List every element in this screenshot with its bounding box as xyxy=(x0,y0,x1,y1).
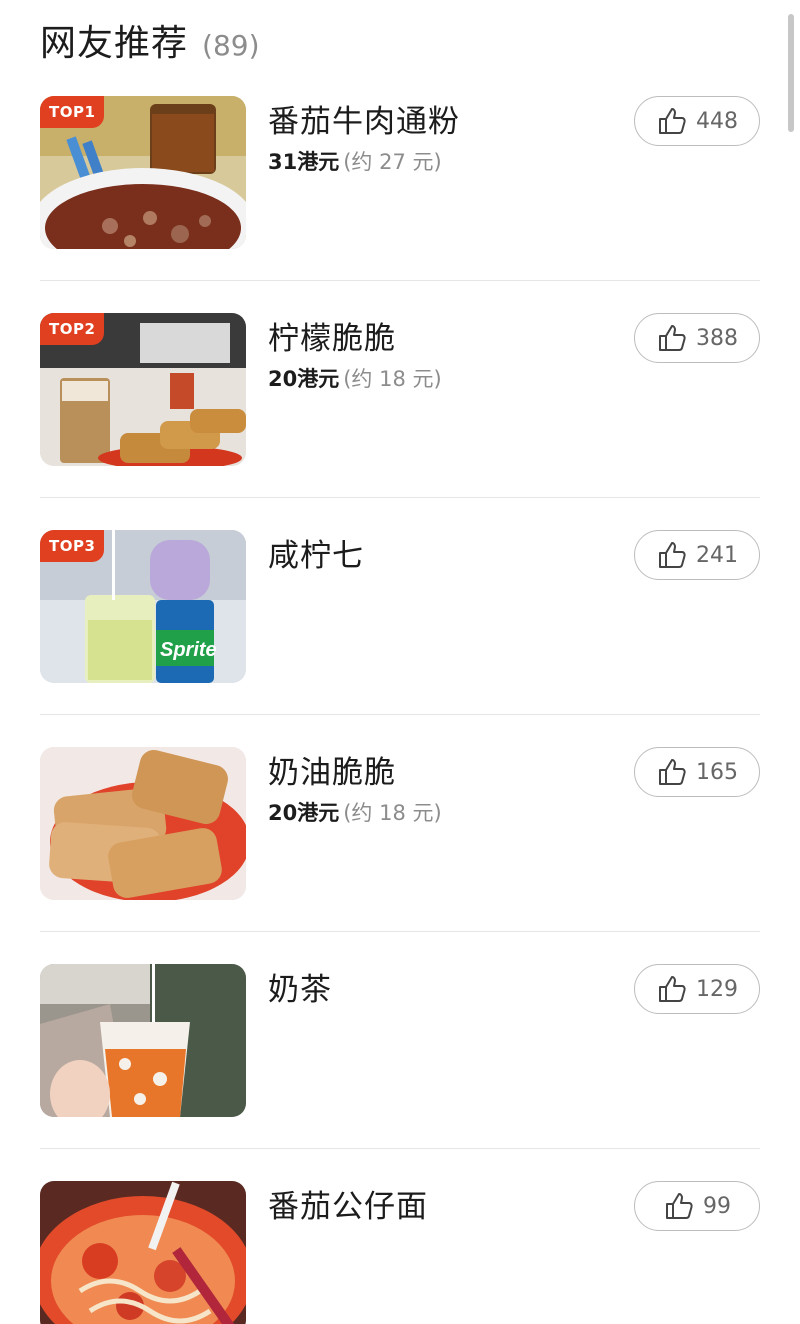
price-rmb: (约 18 元) xyxy=(343,367,442,391)
rank-badge: TOP1 xyxy=(40,96,105,128)
list-item[interactable]: 奶茶 129 xyxy=(0,868,800,1149)
recommendation-page: 网友推荐 (89) TOP1 番茄牛肉通粉 31港元 (约 27 元) 448 … xyxy=(0,0,800,1324)
price-hkd: 31港元 xyxy=(268,150,340,174)
like-button[interactable]: 99 xyxy=(634,1181,760,1231)
dish-name[interactable]: 奶茶 xyxy=(268,964,332,1009)
price-hkd: 20港元 xyxy=(268,367,340,391)
like-button[interactable]: 165 xyxy=(634,747,760,797)
like-count: 165 xyxy=(696,759,738,785)
dish-price: 31港元 (约 27 元) xyxy=(268,146,442,176)
like-count: 241 xyxy=(696,542,738,568)
price-rmb: (约 27 元) xyxy=(343,150,442,174)
thumbs-up-icon xyxy=(656,105,688,137)
thumbs-up-icon xyxy=(663,1190,695,1222)
like-button[interactable]: 241 xyxy=(634,530,760,580)
list-item[interactable]: 奶油脆脆 20港元 (约 18 元) 165 xyxy=(0,651,800,932)
like-button[interactable]: 448 xyxy=(634,96,760,146)
rank-badge: TOP3 xyxy=(40,530,105,562)
dish-price: 20港元 (约 18 元) xyxy=(268,797,442,827)
thumbs-up-icon xyxy=(656,756,688,788)
like-button[interactable]: 129 xyxy=(634,964,760,1014)
thumbs-up-icon xyxy=(656,973,688,1005)
like-count: 388 xyxy=(696,325,738,351)
list-item[interactable]: TOP2 柠檬脆脆 20港元 (约 18 元) 388 xyxy=(0,217,800,498)
thumbs-up-icon xyxy=(656,539,688,571)
price-hkd: 20港元 xyxy=(268,801,340,825)
tomato-instant-noodles-photo xyxy=(40,1181,246,1324)
dish-name[interactable]: 柠檬脆脆 xyxy=(268,313,396,358)
like-button[interactable]: 388 xyxy=(634,313,760,363)
recommendation-list: TOP1 番茄牛肉通粉 31港元 (约 27 元) 448 TOP2 柠檬脆脆 … xyxy=(0,0,800,1324)
dish-name[interactable]: 咸柠七 xyxy=(268,530,364,575)
dish-name[interactable]: 番茄牛肉通粉 xyxy=(268,96,460,141)
dish-price: 20港元 (约 18 元) xyxy=(268,363,442,393)
dish-name[interactable]: 奶油脆脆 xyxy=(268,747,396,792)
list-item[interactable]: Sprite TOP3 咸柠七 241 xyxy=(0,434,800,715)
rank-badge: TOP2 xyxy=(40,313,105,345)
list-item[interactable]: 番茄公仔面 99 xyxy=(0,1085,800,1324)
dish-photo[interactable] xyxy=(40,1181,246,1324)
dish-name[interactable]: 番茄公仔面 xyxy=(268,1181,428,1226)
like-count: 99 xyxy=(703,1193,731,1219)
list-item[interactable]: TOP1 番茄牛肉通粉 31港元 (约 27 元) 448 xyxy=(0,0,800,281)
thumbs-up-icon xyxy=(656,322,688,354)
like-count: 129 xyxy=(696,976,738,1002)
price-rmb: (约 18 元) xyxy=(343,801,442,825)
like-count: 448 xyxy=(696,108,738,134)
